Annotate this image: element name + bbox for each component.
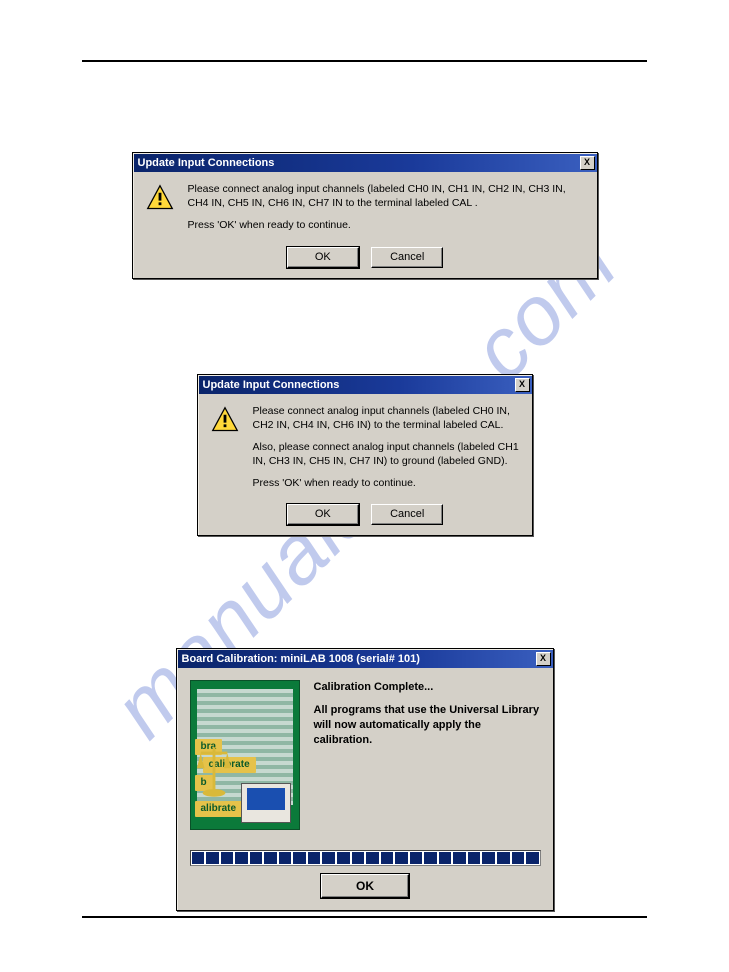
- dialog-calibration-complete: Board Calibration: miniLAB 1008 (serial#…: [176, 648, 554, 911]
- title-text-2: Update Input Connections: [203, 379, 340, 391]
- titlebar-3[interactable]: Board Calibration: miniLAB 1008 (serial#…: [178, 650, 553, 668]
- warning-icon: [146, 184, 174, 212]
- cancel-button-2[interactable]: Cancel: [371, 504, 443, 525]
- calibration-heading: Calibration Complete...: [314, 680, 541, 695]
- close-button-3[interactable]: X: [536, 652, 551, 666]
- dialog2-text1: Please connect analog input channels (la…: [253, 404, 520, 432]
- calibration-image: bra calibrate b alibrate: [190, 680, 300, 830]
- ok-button-2[interactable]: OK: [287, 504, 359, 525]
- top-rule: [82, 60, 647, 62]
- close-button-2[interactable]: X: [515, 378, 530, 392]
- dialog1-text2: Press 'OK' when ready to continue.: [188, 218, 585, 232]
- titlebar-1[interactable]: Update Input Connections X: [134, 154, 597, 172]
- title-text-3: Board Calibration: miniLAB 1008 (serial#…: [182, 653, 420, 665]
- dialog-update-input-2: Update Input Connections X Please connec…: [197, 374, 533, 537]
- cancel-button-1[interactable]: Cancel: [371, 247, 443, 268]
- dialog-update-input-1: Update Input Connections X Please connec…: [132, 152, 598, 279]
- titlebar-2[interactable]: Update Input Connections X: [199, 376, 532, 394]
- img-label-3: alibrate: [195, 801, 243, 817]
- monitor-icon: [241, 783, 291, 823]
- warning-icon: [211, 406, 239, 434]
- bottom-rule: [82, 916, 647, 918]
- ok-button-1[interactable]: OK: [287, 247, 359, 268]
- dialog1-text1: Please connect analog input channels (la…: [188, 182, 585, 210]
- scale-icon: [195, 743, 233, 803]
- dialog2-text2: Also, please connect analog input channe…: [253, 440, 520, 468]
- close-button-1[interactable]: X: [580, 156, 595, 170]
- title-text-1: Update Input Connections: [138, 157, 275, 169]
- calibration-body: All programs that use the Universal Libr…: [314, 703, 541, 748]
- dialog2-text3: Press 'OK' when ready to continue.: [253, 476, 520, 490]
- progress-bar: [190, 850, 541, 866]
- ok-button-3[interactable]: OK: [321, 874, 409, 898]
